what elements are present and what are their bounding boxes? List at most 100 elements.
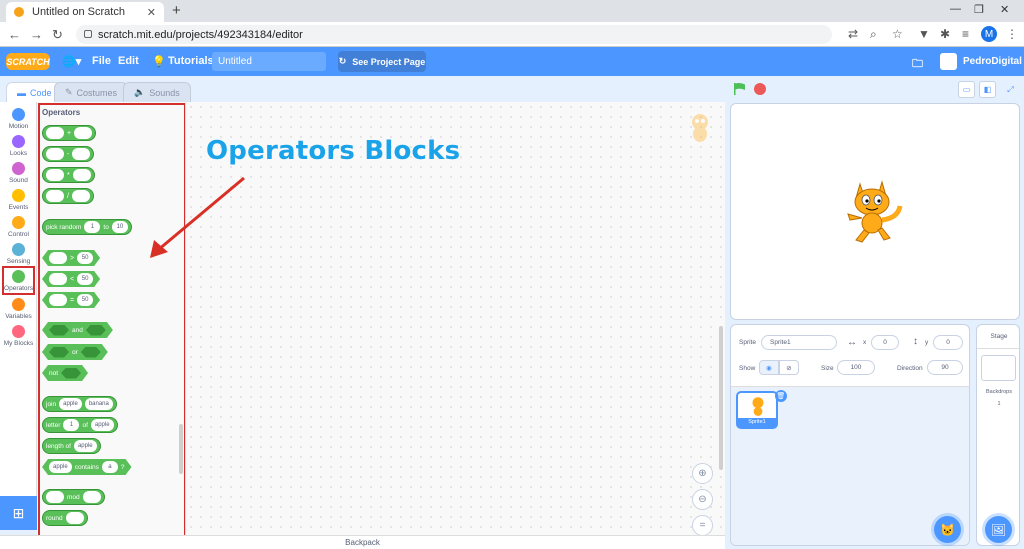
address-bar-row: ← → ↻ scratch.mit.edu/projects/492343184…	[0, 22, 1024, 47]
username: PedroDigital	[963, 56, 1022, 67]
normal-stage-icon[interactable]: ◧	[979, 81, 996, 98]
edit-menu[interactable]: Edit	[118, 55, 139, 67]
language-globe-icon[interactable]: 🌐▾	[62, 55, 81, 68]
file-menu[interactable]: File	[92, 55, 111, 67]
small-stage-icon[interactable]: ▭	[958, 81, 975, 98]
backdrop-thumbnail[interactable]	[981, 355, 1016, 381]
add-extension-button[interactable]: ⊞	[0, 496, 37, 530]
choose-backdrop-icon[interactable]: 🖼	[985, 516, 1012, 543]
sprite-info: Sprite Sprite1 ↔ x 0 ↕ y 0 Show ◉ ⊘ Size…	[731, 325, 969, 387]
category-dot-icon	[12, 108, 25, 121]
green-flag-icon[interactable]	[733, 82, 747, 96]
tutorials-icon[interactable]: 💡	[152, 55, 166, 68]
user-menu[interactable]: PedroDigital ▾	[940, 53, 1024, 70]
size-label: Size	[821, 365, 834, 372]
profile-avatar[interactable]: M	[981, 26, 997, 42]
my-stuff-folder-icon[interactable]: 🗀	[912, 55, 923, 74]
category-label: Control	[8, 231, 29, 238]
new-tab-icon[interactable]: +	[172, 2, 181, 19]
direction-label: Direction	[897, 365, 923, 372]
stage-title: Stage	[977, 325, 1021, 349]
stop-icon[interactable]	[754, 83, 766, 95]
code-workspace[interactable]	[185, 102, 725, 535]
category-my-blocks[interactable]: My Blocks	[0, 325, 37, 347]
category-dot-icon	[12, 216, 25, 229]
category-dot-icon	[12, 325, 25, 338]
translate-icon[interactable]: ⇄	[848, 27, 858, 41]
category-label: My Blocks	[3, 340, 34, 347]
x-input[interactable]: 0	[871, 335, 899, 350]
category-looks[interactable]: Looks	[0, 135, 37, 157]
browser-tab-bar: Untitled on Scratch ✕ + — ❐ ✕	[0, 0, 1024, 22]
category-motion[interactable]: Motion	[0, 108, 37, 130]
y-label: y	[925, 339, 929, 346]
scratch-cat-sprite-icon[interactable]	[842, 178, 904, 244]
tab-costumes[interactable]: ✎ Costumes	[54, 82, 129, 102]
extensions-puzzle-icon[interactable]: ✱	[940, 27, 950, 41]
choose-sprite-icon[interactable]: 🐱	[934, 516, 961, 543]
browser-tab-title: Untitled on Scratch	[32, 6, 125, 18]
direction-input[interactable]: 90	[927, 360, 963, 375]
category-dot-icon	[12, 189, 25, 202]
show-visible-icon[interactable]: ◉	[759, 360, 779, 375]
zoom-in-icon[interactable]: ⊕	[692, 463, 713, 484]
user-avatar	[940, 53, 957, 70]
backdrops-label: Backdrops	[986, 389, 1012, 395]
category-label: Sound	[9, 177, 28, 184]
sprite-label: Sprite	[739, 339, 756, 346]
url-bar[interactable]: scratch.mit.edu/projects/492343184/edito…	[76, 25, 832, 44]
project-title-input[interactable]: Untitled	[212, 52, 326, 71]
browser-tab[interactable]: Untitled on Scratch ✕	[6, 2, 164, 22]
scratch-logo[interactable]: SCRATCH	[6, 53, 50, 70]
reading-list-icon[interactable]: ≡	[962, 27, 969, 41]
tab-costumes-label: Costumes	[76, 87, 118, 98]
sprite-list: Sprite1 🗑	[731, 387, 969, 545]
delete-sprite-icon[interactable]: 🗑	[775, 390, 787, 402]
browser-menu-icon[interactable]: ⋮	[1006, 27, 1018, 41]
category-sound[interactable]: Sound	[0, 162, 37, 184]
backdrops-count: 1	[997, 401, 1001, 407]
category-dot-icon	[12, 162, 25, 175]
category-control[interactable]: Control	[0, 216, 37, 238]
forward-icon[interactable]: →	[30, 27, 43, 42]
zoom-out-icon[interactable]: ⊖	[692, 489, 713, 510]
tab-sounds-label: Sounds	[149, 87, 180, 98]
bookmark-star-icon[interactable]: ☆	[892, 27, 903, 41]
workspace-scrollbar[interactable]	[719, 326, 723, 470]
tab-sounds[interactable]: 🔈 Sounds	[123, 82, 191, 102]
fullscreen-icon[interactable]: ⤢	[1002, 81, 1019, 98]
see-project-page-button[interactable]: ↻ See Project Page	[338, 51, 426, 72]
category-label: Motion	[8, 123, 29, 130]
show-label: Show	[739, 365, 756, 372]
stage-selector[interactable]: Stage Backdrops 1	[976, 324, 1021, 546]
size-input[interactable]: 100	[837, 360, 875, 375]
maximize-icon[interactable]: ❐	[974, 3, 984, 16]
back-icon[interactable]: ←	[8, 27, 21, 42]
close-window-icon[interactable]: ✕	[1000, 3, 1009, 16]
extension-filter-icon[interactable]: ▼	[918, 27, 930, 41]
scratch-menu-bar: SCRATCH 🌐▾ File Edit 💡 Tutorials Untitle…	[0, 47, 1024, 76]
sprite-thumbnail[interactable]: Sprite1 🗑	[736, 390, 787, 429]
palette-highlight-box	[38, 103, 186, 537]
brush-icon: ✎	[65, 87, 73, 97]
close-tab-icon[interactable]: ✕	[147, 6, 156, 19]
annotation-arrow-icon	[150, 176, 245, 258]
y-input[interactable]: 0	[933, 335, 963, 350]
category-sensing[interactable]: Sensing	[0, 243, 37, 265]
category-variables[interactable]: Variables	[0, 298, 37, 320]
lock-icon	[84, 30, 92, 38]
hide-icon[interactable]: ⊘	[779, 360, 799, 375]
zoom-reset-icon[interactable]: =	[692, 515, 713, 536]
minimize-icon[interactable]: —	[950, 3, 961, 15]
scratch-favicon-icon	[14, 7, 24, 17]
category-label: Looks	[9, 150, 28, 157]
category-events[interactable]: Events	[0, 189, 37, 211]
url-text: scratch.mit.edu/projects/492343184/edito…	[98, 28, 303, 41]
reload-icon[interactable]: ↻	[52, 27, 63, 43]
category-label: Events	[8, 204, 29, 211]
zoom-icon[interactable]: ⌕	[870, 27, 877, 42]
sprite-name-input[interactable]: Sprite1	[761, 335, 837, 350]
tutorials-menu[interactable]: Tutorials	[168, 55, 214, 67]
backpack-bar[interactable]: Backpack	[0, 535, 725, 549]
add-extension-icon: ⊞	[12, 504, 25, 521]
